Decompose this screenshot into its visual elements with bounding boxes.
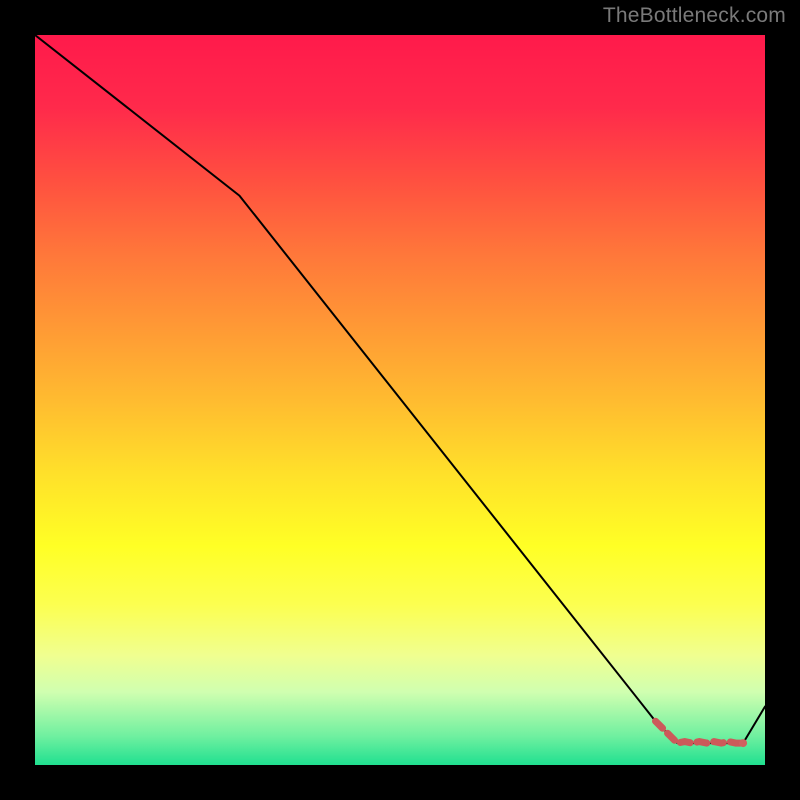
chart-container: TheBottleneck.com xyxy=(0,0,800,800)
curve-layer xyxy=(35,35,765,765)
marker-band xyxy=(656,721,748,747)
bottleneck-curve xyxy=(35,35,765,743)
plot-area xyxy=(35,35,765,765)
watermark-text: TheBottleneck.com xyxy=(603,4,786,28)
